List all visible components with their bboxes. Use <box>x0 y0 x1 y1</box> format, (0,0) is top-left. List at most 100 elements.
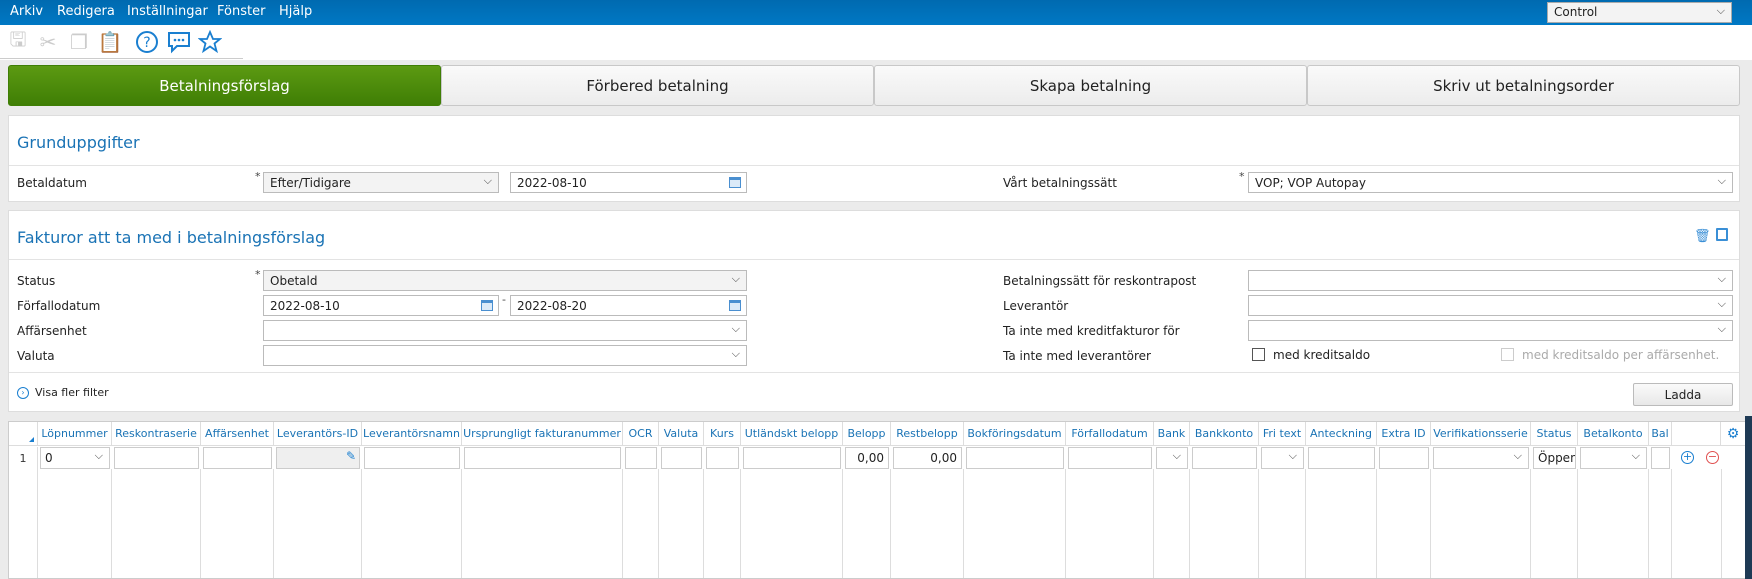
med-kreditsaldo-checkbox[interactable] <box>1252 348 1265 361</box>
paste-icon[interactable]: 📋 <box>97 29 123 55</box>
cell-bal[interactable] <box>1651 447 1670 469</box>
chevron-down-icon: ⌵ <box>731 322 740 335</box>
cell-leverantors-id[interactable]: ✎ <box>276 447 360 469</box>
column-header-betalkonto[interactable]: Betalkonto <box>1578 422 1649 446</box>
column-divider <box>461 469 462 578</box>
cell-reskontraserie[interactable] <box>114 447 199 469</box>
menu-installningar[interactable]: Inställningar <box>127 4 208 19</box>
cell-ursprungligt-fakturanummer[interactable] <box>464 447 621 469</box>
add-row-icon[interactable]: + <box>1681 451 1694 464</box>
range-dash: - <box>502 293 506 306</box>
column-header-valuta[interactable]: Valuta <box>659 422 704 446</box>
column-header-reskontraserie[interactable]: Reskontraserie <box>112 422 201 446</box>
column-header-ocr[interactable]: OCR <box>623 422 659 446</box>
reskontra-betalningssatt-select[interactable]: ⌵ <box>1248 270 1733 291</box>
cell-valuta[interactable] <box>661 447 702 469</box>
cell-betalkonto[interactable]: ⌵ <box>1580 447 1647 469</box>
med-kreditsaldo-per-checkbox[interactable] <box>1501 348 1514 361</box>
column-header-affarsenhet[interactable]: Affärsenhet <box>201 422 274 446</box>
remove-row-icon[interactable]: − <box>1706 451 1719 464</box>
leverantor-select[interactable]: ⌵ <box>1248 295 1733 316</box>
column-divider <box>963 469 964 578</box>
visa-fler-filter-link[interactable]: › Visa fler filter <box>17 386 109 399</box>
menu-hjalp[interactable]: Hjälp <box>279 4 312 19</box>
required-marker: * <box>255 170 261 183</box>
column-header-bank[interactable]: Bank <box>1154 422 1190 446</box>
menu-redigera[interactable]: Redigera <box>57 4 115 19</box>
cell-forfallodatum[interactable] <box>1068 447 1152 469</box>
status-select[interactable]: Obetald ⌵ <box>263 270 747 291</box>
column-header-fri-text[interactable]: Fri text <box>1259 422 1306 446</box>
affarsenhet-select[interactable]: ⌵ <box>263 320 747 341</box>
cell-lopnummer[interactable]: 0 ⌵ <box>40 447 110 469</box>
cell-bokforingsdatum[interactable] <box>966 447 1064 469</box>
column-header-anteckning[interactable]: Anteckning <box>1306 422 1377 446</box>
forfallodatum-to-input[interactable]: 2022-08-20 <box>510 295 747 316</box>
tab-skriv-ut-betalningsorder[interactable]: Skriv ut betalningsorder <box>1307 65 1740 106</box>
cell-anteckning[interactable] <box>1308 447 1375 469</box>
help-icon[interactable]: ? <box>134 29 160 55</box>
column-header-lopnummer[interactable]: Löpnummer <box>38 422 112 446</box>
column-header-bankkonto[interactable]: Bankkonto <box>1190 422 1259 446</box>
invoice-grid: Löpnummer 0 ⌵ Reskontraserie Affärsenhet Leve… <box>8 421 1752 579</box>
column-header-ursprungligt-fakturanummer[interactable]: Ursprungligt fakturanummer <box>462 422 623 446</box>
company-select[interactable]: Control ⌵ <box>1547 2 1732 23</box>
tab-betalningsforslag[interactable]: Betalningsförslag <box>8 65 441 106</box>
column-header-restbelopp[interactable]: Restbelopp <box>891 422 964 446</box>
kreditfakturor-select[interactable]: ⌵ <box>1248 320 1733 341</box>
menu-fonster[interactable]: Fönster <box>217 4 265 19</box>
copy-icon[interactable]: ❐ <box>66 29 92 55</box>
cell-affarsenhet[interactable] <box>203 447 272 469</box>
cell-verifikationsserie[interactable]: ⌵ <box>1433 447 1529 469</box>
column-header-status[interactable]: Status <box>1531 422 1578 446</box>
chevron-down-icon: ⌵ <box>1513 449 1522 462</box>
cell-utlandskt-belopp[interactable] <box>743 447 841 469</box>
forfallodatum-from-input[interactable]: 2022-08-10 <box>263 295 499 316</box>
column-header-kurs[interactable]: Kurs <box>704 422 741 446</box>
chat-icon[interactable] <box>166 29 192 55</box>
column-header-belopp[interactable]: Belopp <box>843 422 891 446</box>
betaldatum-date-input[interactable]: 2022-08-10 <box>510 172 747 193</box>
trash-icon[interactable]: 🗑 <box>1694 229 1711 244</box>
tab-forbered-betalning[interactable]: Förbered betalning <box>441 65 874 106</box>
menu-arkiv[interactable]: Arkiv <box>10 4 43 19</box>
column-divider <box>1376 469 1377 578</box>
calendar-icon[interactable] <box>729 300 741 311</box>
chevron-down-icon: ⌵ <box>731 347 740 360</box>
cell-ocr[interactable] <box>625 447 657 469</box>
column-header-extra-id[interactable]: Extra ID <box>1377 422 1431 446</box>
column-header-verifikationsserie[interactable]: Verifikationsserie <box>1431 422 1531 446</box>
column-header-leverantorsnamn[interactable]: Leverantörsnamn <box>362 422 462 446</box>
cell-extra-id[interactable] <box>1379 447 1429 469</box>
valuta-select[interactable]: ⌵ <box>263 345 747 366</box>
column-header-forfallodatum[interactable]: Förfallodatum <box>1066 422 1154 446</box>
save-icon[interactable]: 🖫 <box>5 27 31 55</box>
column-divider <box>1258 469 1259 578</box>
gear-icon[interactable]: ⚙ <box>1721 422 1746 446</box>
calendar-icon[interactable] <box>481 300 493 311</box>
column-header-utlandskt-belopp[interactable]: Utländskt belopp <box>741 422 843 446</box>
ladda-button[interactable]: Ladda <box>1633 383 1733 406</box>
cell-fri-text[interactable]: ⌵ <box>1261 447 1304 469</box>
cell-restbelopp[interactable]: 0,00 <box>893 447 962 469</box>
cell-leverantorsnamn[interactable] <box>364 447 460 469</box>
betalningssatt-select[interactable]: VOP; VOP Autopay ⌵ <box>1248 172 1733 193</box>
column-header-bokforingsdatum[interactable]: Bokföringsdatum <box>964 422 1066 446</box>
column-header-leverantors-id[interactable]: Leverantörs-ID <box>274 422 362 446</box>
star-icon[interactable] <box>197 29 223 55</box>
cell-bankkonto[interactable] <box>1192 447 1257 469</box>
select-all-corner[interactable] <box>9 422 38 446</box>
calendar-icon[interactable] <box>729 177 741 188</box>
tab-skapa-betalning[interactable]: Skapa betalning <box>874 65 1307 106</box>
save-filter-icon[interactable] <box>1716 228 1728 241</box>
cell-belopp[interactable]: 0,00 <box>845 447 889 469</box>
column-header-bal[interactable]: Bal <box>1649 422 1672 446</box>
betaldatum-mode-select[interactable]: Efter/Tidigare ⌵ <box>263 172 499 193</box>
cell-kurs[interactable] <box>706 447 739 469</box>
valuta-label: Valuta <box>17 349 55 363</box>
edit-pencil-icon[interactable]: ✎ <box>346 449 356 463</box>
cell-bank[interactable]: ⌵ <box>1156 447 1188 469</box>
cut-icon[interactable]: ✂ <box>35 29 61 55</box>
fakturor-panel: Fakturor att ta med i betalningsförslag … <box>8 210 1740 412</box>
cell-status[interactable]: Öppen <box>1533 447 1576 469</box>
